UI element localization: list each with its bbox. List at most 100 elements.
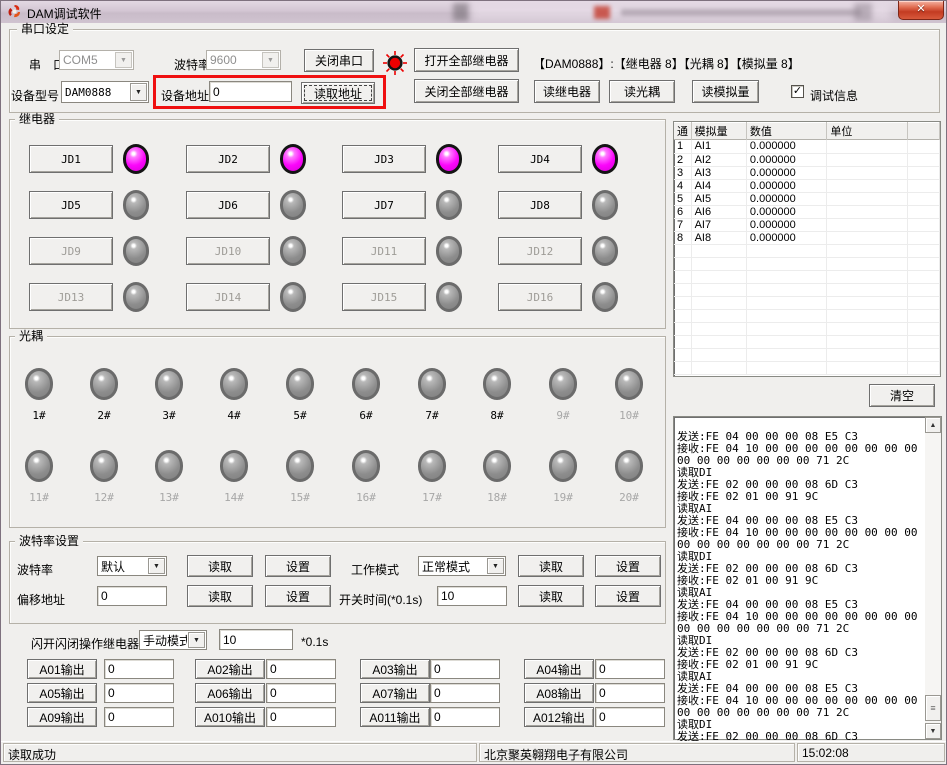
opto-led-9 bbox=[549, 368, 577, 400]
table-row bbox=[674, 335, 940, 348]
relay-button-jd1[interactable]: JD1 bbox=[29, 145, 113, 173]
open-all-relays-button[interactable]: 打开全部继电器 bbox=[414, 48, 519, 72]
table-row bbox=[674, 283, 940, 296]
output-value-input-A010[interactable] bbox=[266, 707, 336, 727]
switch-set-button[interactable]: 设置 bbox=[595, 585, 661, 607]
opto-label-9: 9# bbox=[543, 409, 583, 422]
output-value-input-A03[interactable] bbox=[430, 659, 500, 679]
app-logo-icon bbox=[7, 4, 22, 19]
opto-led-10 bbox=[615, 368, 643, 400]
relay-button-jd11[interactable]: JD11 bbox=[342, 237, 426, 265]
log-scrollbar[interactable] bbox=[925, 417, 941, 739]
model-combobox[interactable]: DAM0888 ▼ bbox=[61, 81, 149, 103]
output-button-A04[interactable]: A04输出 bbox=[524, 659, 594, 679]
scroll-down-icon[interactable]: ▼ bbox=[925, 723, 941, 739]
opto-led-2 bbox=[90, 368, 118, 400]
opto-led-6 bbox=[352, 368, 380, 400]
chevron-down-icon: ▼ bbox=[148, 558, 165, 574]
table-row bbox=[674, 361, 940, 374]
opto-led-5 bbox=[286, 368, 314, 400]
baud-label: 波特率 bbox=[174, 56, 210, 73]
output-button-A010[interactable]: A010输出 bbox=[195, 707, 265, 727]
device-address-input[interactable] bbox=[209, 81, 292, 102]
table-header bbox=[907, 122, 939, 140]
work-mode-combobox[interactable]: 正常模式 ▼ bbox=[418, 556, 506, 576]
baud-set-button[interactable]: 设置 bbox=[265, 555, 331, 577]
output-button-A02[interactable]: A02输出 bbox=[195, 659, 265, 679]
mode-read-button[interactable]: 读取 bbox=[518, 555, 584, 577]
debug-info-checkbox[interactable]: ✓ bbox=[791, 85, 804, 98]
output-button-A03[interactable]: A03输出 bbox=[360, 659, 430, 679]
read-analog-button[interactable]: 读模拟量 bbox=[692, 80, 759, 103]
read-opto-button[interactable]: 读光耦 bbox=[609, 80, 675, 103]
output-value-input-A09[interactable] bbox=[104, 707, 174, 727]
relay-button-jd4[interactable]: JD4 bbox=[498, 145, 582, 173]
output-button-A011[interactable]: A011输出 bbox=[360, 707, 430, 727]
flash-relay-label: 闪开闪闭操作继电器 bbox=[31, 635, 139, 652]
close-button[interactable]: ✕ bbox=[898, 1, 944, 20]
relay-button-jd9[interactable]: JD9 bbox=[29, 237, 113, 265]
output-button-A07[interactable]: A07输出 bbox=[360, 683, 430, 703]
output-value-input-A01[interactable] bbox=[104, 659, 174, 679]
relay-button-jd10[interactable]: JD10 bbox=[186, 237, 270, 265]
opto-led-15 bbox=[286, 450, 314, 482]
output-value-input-A05[interactable] bbox=[104, 683, 174, 703]
output-value-input-A011[interactable] bbox=[430, 707, 500, 727]
relay-button-jd14[interactable]: JD14 bbox=[186, 283, 270, 311]
relay-led-jd15 bbox=[436, 282, 462, 312]
offset-address-input[interactable] bbox=[97, 586, 167, 606]
title-bar: DAM调试软件 ✕ bbox=[1, 1, 947, 23]
port-combobox[interactable]: COM5 ▼ bbox=[59, 50, 134, 70]
mode-set-button[interactable]: 设置 bbox=[595, 555, 661, 577]
relay-button-jd12[interactable]: JD12 bbox=[498, 237, 582, 265]
clear-log-button[interactable]: 清空 bbox=[869, 384, 935, 407]
baud-combobox[interactable]: 9600 ▼ bbox=[206, 50, 281, 70]
relay-button-jd7[interactable]: JD7 bbox=[342, 191, 426, 219]
offset-address-label: 偏移地址 bbox=[17, 591, 65, 608]
output-value-input-A02[interactable] bbox=[266, 659, 336, 679]
output-value-input-A04[interactable] bbox=[595, 659, 665, 679]
output-value-input-A08[interactable] bbox=[595, 683, 665, 703]
opto-label-6: 6# bbox=[346, 409, 386, 422]
relay-led-jd2 bbox=[280, 144, 306, 174]
output-value-input-A012[interactable] bbox=[595, 707, 665, 727]
titlebar-blur-artifact bbox=[854, 3, 872, 21]
close-all-relays-button[interactable]: 关闭全部继电器 bbox=[414, 79, 519, 103]
output-button-A08[interactable]: A08输出 bbox=[524, 683, 594, 703]
opto-label-17: 17# bbox=[412, 491, 452, 504]
status-message: 读取成功 bbox=[3, 743, 477, 762]
offset-set-button[interactable]: 设置 bbox=[265, 585, 331, 607]
output-button-A01[interactable]: A01输出 bbox=[27, 659, 97, 679]
device-info-text: 【DAM0888】:【继电器 8】【光耦 8】【模拟量 8】 bbox=[533, 55, 800, 72]
output-button-A09[interactable]: A09输出 bbox=[27, 707, 97, 727]
scroll-up-icon[interactable]: ▲ bbox=[925, 417, 941, 433]
output-value-input-A07[interactable] bbox=[430, 683, 500, 703]
close-serial-button[interactable]: 关闭串口 bbox=[304, 49, 374, 72]
relay-button-jd16[interactable]: JD16 bbox=[498, 283, 582, 311]
analog-table: 通模拟量数值单位1AI10.0000002AI20.0000003AI30.00… bbox=[673, 121, 941, 377]
baud-read-button[interactable]: 读取 bbox=[187, 555, 253, 577]
switch-time-input[interactable] bbox=[437, 586, 507, 606]
output-button-A012[interactable]: A012输出 bbox=[524, 707, 594, 727]
output-button-A05[interactable]: A05输出 bbox=[27, 683, 97, 703]
relay-button-jd13[interactable]: JD13 bbox=[29, 283, 113, 311]
relay-button-jd15[interactable]: JD15 bbox=[342, 283, 426, 311]
read-relay-button[interactable]: 读继电器 bbox=[534, 80, 600, 103]
serial-group-label: 串口设定 bbox=[17, 23, 73, 35]
output-button-A06[interactable]: A06输出 bbox=[195, 683, 265, 703]
relay-led-jd7 bbox=[436, 190, 462, 220]
output-value-input-A06[interactable] bbox=[266, 683, 336, 703]
relay-button-jd5[interactable]: JD5 bbox=[29, 191, 113, 219]
relay-button-jd3[interactable]: JD3 bbox=[342, 145, 426, 173]
baud-default-combobox[interactable]: 默认 ▼ bbox=[97, 556, 167, 576]
flash-time-input[interactable] bbox=[219, 629, 293, 650]
switch-read-button[interactable]: 读取 bbox=[518, 585, 584, 607]
scrollbar-thumb[interactable]: ≡ bbox=[925, 695, 941, 721]
read-address-button[interactable]: 读取地址 bbox=[301, 82, 375, 104]
offset-read-button[interactable]: 读取 bbox=[187, 585, 253, 607]
relay-button-jd6[interactable]: JD6 bbox=[186, 191, 270, 219]
relay-button-jd8[interactable]: JD8 bbox=[498, 191, 582, 219]
flash-mode-combobox[interactable]: 手动模式 ▼ bbox=[139, 630, 207, 650]
relay-button-jd2[interactable]: JD2 bbox=[186, 145, 270, 173]
opto-label-5: 5# bbox=[280, 409, 320, 422]
